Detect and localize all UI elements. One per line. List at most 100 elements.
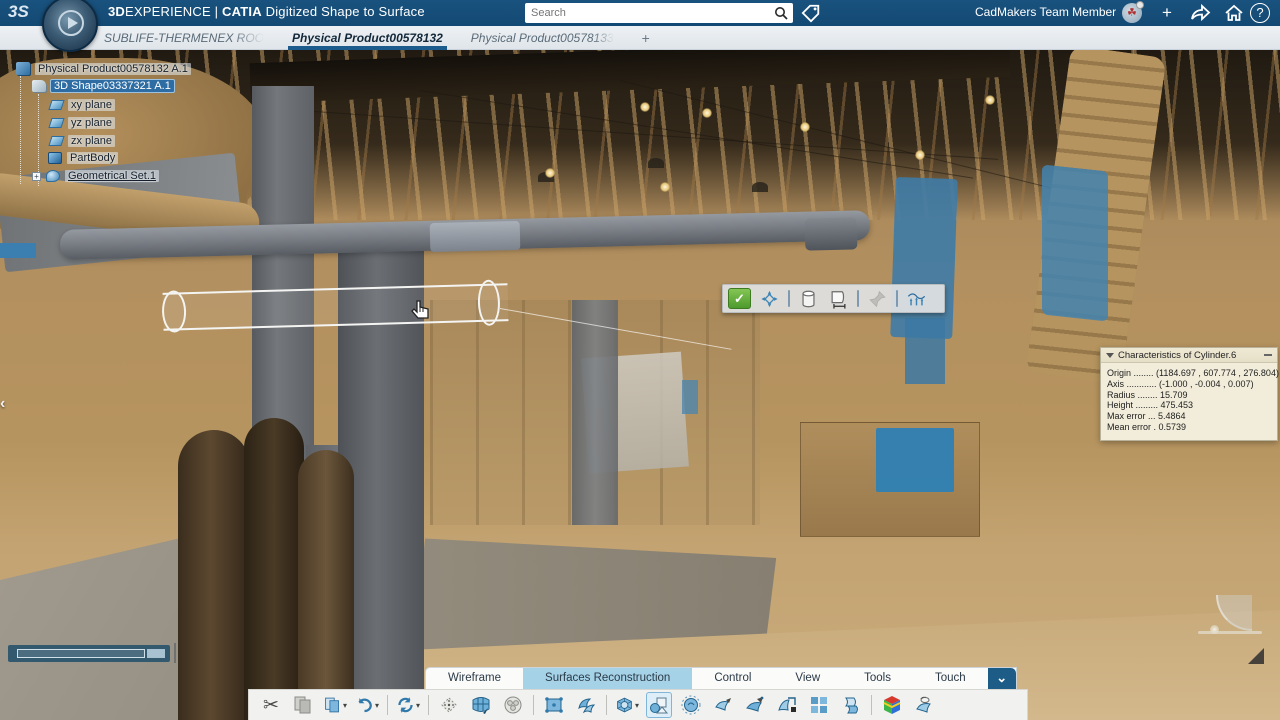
characteristics-panel-header[interactable]: Characteristics of Cylinder.6 bbox=[1101, 348, 1277, 363]
tree-node-yz-plane[interactable]: yz plane bbox=[50, 117, 115, 129]
flip-surface-icon[interactable] bbox=[839, 693, 863, 717]
scene-light bbox=[640, 102, 650, 112]
zoom-slider[interactable] bbox=[8, 645, 170, 662]
scene-pipe-cap bbox=[805, 217, 858, 250]
undo-icon[interactable]: ▾ bbox=[355, 693, 379, 717]
tree-node-zx-plane[interactable]: zx plane bbox=[50, 135, 115, 147]
separator bbox=[533, 695, 534, 715]
avatar[interactable]: ☘ bbox=[1122, 3, 1142, 23]
segmentation-icon[interactable] bbox=[501, 693, 525, 717]
pin-icon bbox=[866, 288, 889, 310]
tab-tools[interactable]: Tools bbox=[842, 668, 913, 689]
surface-offset-icon[interactable] bbox=[743, 693, 767, 717]
add-icon[interactable]: + bbox=[1155, 2, 1179, 24]
power-fit-icon[interactable] bbox=[679, 693, 703, 717]
geometrical-set-icon bbox=[46, 170, 60, 182]
3d-viewport[interactable]: ✓ bbox=[0, 50, 1280, 720]
characteristics-panel-body: Origin ........ (1184.697 , 607.774 , 27… bbox=[1101, 363, 1277, 440]
tree-node-3d-shape[interactable]: 3D Shape03337321 A.1 bbox=[32, 80, 174, 92]
hand-cursor bbox=[408, 298, 434, 324]
cylinder-primitive-icon[interactable] bbox=[797, 288, 820, 310]
tree-node-partbody[interactable]: PartBody bbox=[48, 152, 118, 164]
expand-plus-icon[interactable]: + bbox=[32, 172, 41, 181]
char-row-mean-error: Mean error . 0.5739 bbox=[1107, 422, 1271, 433]
scene-tank bbox=[298, 450, 354, 720]
scene-light bbox=[660, 182, 670, 192]
plane-icon bbox=[48, 100, 64, 110]
ok-check-button[interactable]: ✓ bbox=[728, 288, 751, 309]
tab-control[interactable]: Control bbox=[692, 668, 773, 689]
surface-trim-icon[interactable] bbox=[775, 693, 799, 717]
paste-icon[interactable]: ▾ bbox=[323, 693, 347, 717]
tree-node-geometrical-set[interactable]: + Geometrical Set.1 bbox=[32, 170, 159, 182]
tab-physical-product-00578132[interactable]: Physical Product00578132 bbox=[292, 26, 443, 50]
home-icon[interactable] bbox=[1222, 2, 1246, 24]
tab-surfaces-reconstruction[interactable]: Surfaces Reconstruction bbox=[523, 668, 692, 689]
scene-blue-patch bbox=[905, 318, 945, 384]
minimize-dash-icon[interactable] bbox=[1264, 354, 1272, 356]
surface-check-icon[interactable] bbox=[912, 693, 936, 717]
surfaces-swirl-icon[interactable] bbox=[574, 693, 598, 717]
scene-lamp bbox=[752, 182, 768, 192]
cylinder-end-handle-left[interactable] bbox=[161, 290, 186, 333]
tree-node-xy-plane[interactable]: xy plane bbox=[50, 99, 115, 111]
search-bar[interactable] bbox=[525, 3, 793, 23]
primitives-icon[interactable]: ▾ bbox=[615, 693, 639, 717]
point-cloud-icon[interactable] bbox=[437, 693, 461, 717]
mesh-surface-icon[interactable] bbox=[469, 693, 493, 717]
grid-pattern-icon[interactable] bbox=[807, 693, 831, 717]
tree-connector bbox=[20, 76, 21, 184]
char-row-origin: Origin ........ (1184.697 , 607.774 , 27… bbox=[1107, 368, 1271, 379]
tree-node-physical-product[interactable]: Physical Product00578132 A.1 bbox=[16, 62, 191, 75]
scene-tank bbox=[244, 418, 304, 720]
new-tab-button[interactable]: + bbox=[642, 26, 650, 50]
app-title: 3DEXPERIENCE | CATIA Digitized Shape to … bbox=[108, 4, 425, 19]
mesh-fit-icon[interactable] bbox=[905, 288, 928, 310]
zoom-slider-handle[interactable] bbox=[147, 649, 165, 658]
move-manipulator-icon[interactable] bbox=[758, 288, 781, 310]
scene-light bbox=[702, 108, 712, 118]
scene-blue-patch bbox=[682, 380, 698, 414]
plane-icon bbox=[48, 136, 64, 146]
update-icon[interactable]: ▾ bbox=[396, 693, 420, 717]
small-surface-icon[interactable] bbox=[711, 693, 735, 717]
tessellation-icon[interactable] bbox=[542, 693, 566, 717]
cut-icon[interactable]: ✂ bbox=[259, 693, 283, 717]
tab-sublife-thermenex[interactable]: SUBLIFE-THERMENEX ROO bbox=[104, 26, 264, 50]
resize-corner-icon[interactable] bbox=[1248, 648, 1264, 664]
partbody-icon bbox=[48, 152, 62, 164]
scene-blue-patch bbox=[0, 243, 36, 258]
tab-wireframe[interactable]: Wireframe bbox=[426, 668, 523, 689]
tab-touch[interactable]: Touch bbox=[913, 668, 988, 689]
char-row-height: Height ......... 475.453 bbox=[1107, 400, 1271, 411]
scene-light bbox=[985, 95, 995, 105]
char-row-radius: Radius ........ 15.709 bbox=[1107, 390, 1271, 401]
ribbon-chevron-down-icon[interactable]: ⌄ bbox=[988, 668, 1016, 689]
scene-light bbox=[545, 168, 555, 178]
cylinder-end-handle-right[interactable] bbox=[477, 279, 500, 326]
dassault-3ds-logo: 3S bbox=[8, 2, 36, 24]
deviation-analysis-icon[interactable] bbox=[880, 693, 904, 717]
search-input[interactable] bbox=[525, 7, 773, 19]
collapse-panel-chevron-icon[interactable]: ‹ bbox=[0, 395, 5, 413]
help-icon[interactable]: ? bbox=[1250, 3, 1270, 23]
char-row-max-error: Max error ... 5.4864 bbox=[1107, 411, 1271, 422]
separator bbox=[857, 290, 859, 307]
collapse-triangle-icon[interactable] bbox=[1106, 353, 1114, 358]
scene-blue-patch bbox=[890, 177, 958, 339]
basic-shapes-icon[interactable] bbox=[647, 693, 671, 717]
view-robot-compass[interactable] bbox=[1198, 595, 1262, 635]
scene-blue-patch bbox=[1042, 165, 1108, 322]
context-action-toolbar: ✓ bbox=[722, 284, 945, 313]
scene-light bbox=[915, 150, 925, 160]
tab-view[interactable]: View bbox=[773, 668, 842, 689]
share-icon[interactable] bbox=[1188, 2, 1212, 24]
search-icon[interactable] bbox=[773, 5, 789, 21]
user-name-label[interactable]: CadMakers Team Member bbox=[975, 5, 1116, 19]
tag-icon[interactable] bbox=[800, 3, 822, 23]
scene-blue-patch bbox=[876, 428, 954, 492]
zoom-slider-track[interactable] bbox=[17, 649, 145, 658]
copy-icon[interactable] bbox=[291, 693, 315, 717]
tab-physical-product-00578133[interactable]: Physical Product00578133 bbox=[471, 26, 614, 50]
plane-dimension-icon[interactable] bbox=[827, 288, 850, 310]
